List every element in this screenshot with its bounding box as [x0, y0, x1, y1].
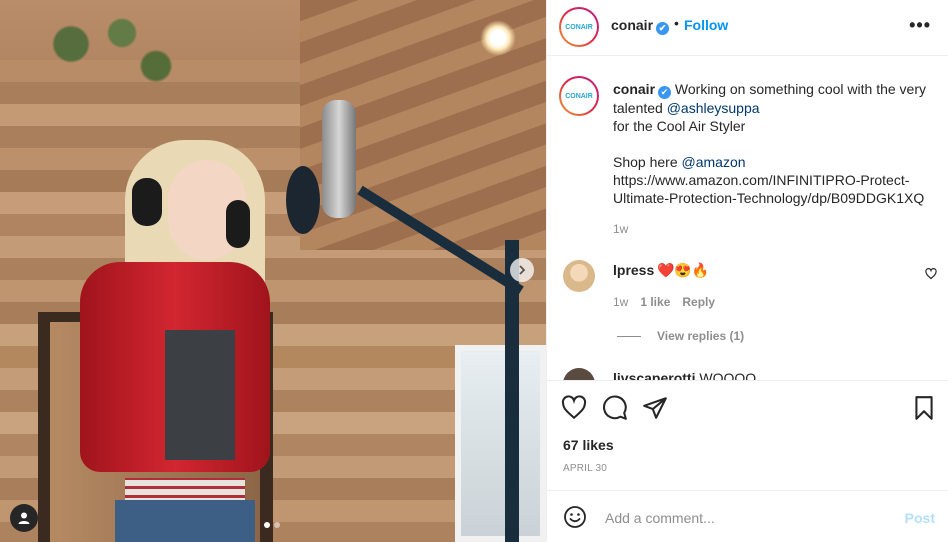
pop-filter [286, 166, 320, 234]
user-tag-icon[interactable] [10, 504, 38, 532]
likes-count[interactable]: 67 likes [563, 437, 614, 453]
avatar-logo: CONAIR [561, 9, 597, 45]
username-link[interactable]: conair ✔ [611, 17, 670, 35]
hanging-plant [20, 0, 190, 110]
comment-text: WOOOO [699, 370, 757, 380]
comment-username[interactable]: livscaperotti [613, 370, 695, 380]
separator-dot: • [674, 15, 679, 31]
heart-icon[interactable] [561, 395, 589, 423]
window [455, 345, 546, 542]
verified-badge-icon: ✔ [658, 85, 672, 99]
comment-likes[interactable]: 1 like [640, 295, 670, 309]
post-panel: CONAIR conair ✔ • Follow ••• CONAIR conai… [546, 0, 948, 542]
post-photo[interactable] [0, 0, 546, 542]
carousel-dot [274, 522, 280, 528]
caption-text: for the Cool Air Styler [613, 117, 746, 134]
emoji-icon[interactable] [563, 505, 587, 529]
comment-meta: 1w 1 like Reply [613, 295, 715, 309]
comment-input[interactable] [603, 505, 887, 531]
microphone [322, 100, 356, 218]
follow-button[interactable]: Follow [684, 17, 728, 33]
comment: livscaperotti WOOOO [613, 370, 756, 380]
ceiling-light [480, 20, 516, 56]
caption-avatar[interactable]: CONAIR [559, 76, 599, 116]
view-replies-button[interactable]: View replies (1) [617, 329, 744, 343]
comments-section[interactable]: CONAIR conair ✔ Working on something cool… [547, 56, 948, 380]
carousel-dots [264, 522, 280, 528]
comment-timestamp[interactable]: 1w [613, 295, 628, 309]
post-header: CONAIR conair ✔ • Follow ••• [547, 0, 948, 56]
reply-line [617, 335, 641, 337]
person-top [165, 330, 235, 460]
avatar[interactable]: CONAIR [559, 7, 599, 47]
comment-icon[interactable] [602, 395, 630, 423]
caption-username[interactable]: conair [613, 81, 655, 97]
comment-avatar[interactable] [563, 260, 595, 292]
headphone-right [226, 200, 250, 248]
verified-badge-icon: ✔ [656, 22, 670, 35]
caption-url: https://www.amazon.com/INFINITIPRO-Prote… [613, 171, 925, 206]
avatar-logo: CONAIR [561, 78, 597, 114]
more-icon[interactable]: ••• [909, 15, 931, 36]
next-arrow-icon[interactable] [510, 258, 534, 282]
headphone-left [132, 178, 162, 226]
jeans [115, 500, 255, 542]
comment-like-icon[interactable] [925, 268, 937, 283]
post-button[interactable]: Post [905, 510, 935, 526]
caption-timestamp[interactable]: 1w [613, 222, 628, 236]
comment-avatar[interactable] [563, 368, 595, 380]
mention-link[interactable]: @amazon [682, 154, 746, 170]
add-comment-bar: Post [547, 490, 948, 542]
comment-username[interactable]: lpress [613, 262, 654, 278]
bookmark-icon[interactable] [911, 395, 939, 423]
carousel-dot-active [264, 522, 270, 528]
comment-text: ❤️😍🔥 [657, 262, 710, 278]
mention-link[interactable]: @ashleysuppa [667, 100, 760, 116]
post-date[interactable]: APRIL 30 [563, 463, 607, 474]
share-icon[interactable] [642, 395, 670, 423]
reply-button[interactable]: Reply [682, 295, 715, 309]
post-actions: 67 likes APRIL 30 [547, 380, 948, 490]
username[interactable]: conair [611, 17, 653, 33]
view-replies-label[interactable]: View replies (1) [657, 329, 744, 343]
caption: conair ✔ Working on something cool with t… [613, 80, 933, 207]
caption-text: Shop here [613, 153, 682, 170]
